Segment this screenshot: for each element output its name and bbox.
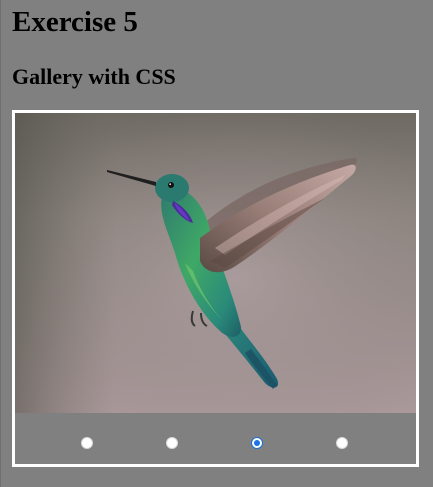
page-title: Exercise 5 xyxy=(12,6,138,38)
image-gallery xyxy=(12,110,419,467)
slide-3-radio[interactable] xyxy=(251,437,263,449)
slide-4-radio[interactable] xyxy=(336,437,348,449)
page-subtitle: Gallery with CSS xyxy=(12,64,176,89)
slide-2-radio[interactable] xyxy=(166,437,178,449)
hummingbird-image xyxy=(15,113,416,413)
gallery-slide xyxy=(15,113,416,413)
slide-1-radio[interactable] xyxy=(81,437,93,449)
gallery-controls xyxy=(15,413,416,464)
left-edge-divider xyxy=(0,0,1,487)
